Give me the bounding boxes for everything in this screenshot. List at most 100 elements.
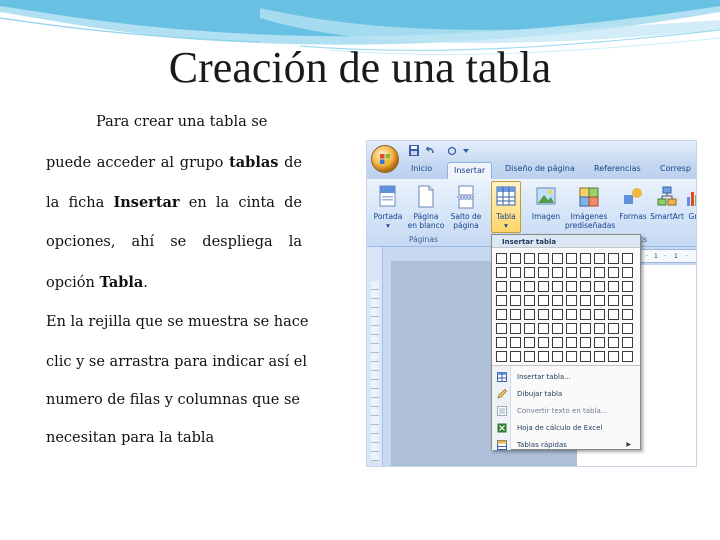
tab-diseno-pagina[interactable]: Diseño de página xyxy=(505,164,575,173)
grid-cell[interactable] xyxy=(524,351,535,362)
grid-cell[interactable] xyxy=(496,267,507,278)
grid-cell[interactable] xyxy=(608,295,619,306)
grid-cell[interactable] xyxy=(566,337,577,348)
grid-cell[interactable] xyxy=(510,337,521,348)
grid-cell[interactable] xyxy=(496,281,507,292)
grid-cell[interactable] xyxy=(538,323,549,334)
grid-cell[interactable] xyxy=(552,309,563,320)
grid-cell[interactable] xyxy=(608,309,619,320)
grid-cell[interactable] xyxy=(538,267,549,278)
grid-cell[interactable] xyxy=(524,309,535,320)
grid-cell[interactable] xyxy=(580,309,591,320)
menu-item-dibujar-tabla[interactable]: Dibujar tabla xyxy=(495,386,637,402)
grid-cell[interactable] xyxy=(580,337,591,348)
grid-cell[interactable] xyxy=(608,323,619,334)
grid-cell[interactable] xyxy=(594,253,605,264)
grid-cell[interactable] xyxy=(496,351,507,362)
grid-cell[interactable] xyxy=(580,323,591,334)
tab-correspondencia[interactable]: Corresp xyxy=(660,164,691,173)
pagina-en-blanco-button[interactable]: Página en blanco xyxy=(407,185,445,230)
grid-cell[interactable] xyxy=(538,253,549,264)
grid-cell[interactable] xyxy=(622,309,633,320)
grid-cell[interactable] xyxy=(594,295,605,306)
grid-cell[interactable] xyxy=(580,267,591,278)
grid-cell[interactable] xyxy=(524,337,535,348)
menu-item-tablas-rapidas[interactable]: Tablas rápidas ▶ xyxy=(495,437,637,453)
grid-cell[interactable] xyxy=(524,295,535,306)
menu-item-insertar-tabla[interactable]: Insertar tabla... xyxy=(495,369,637,385)
grid-cell[interactable] xyxy=(538,295,549,306)
tabla-button[interactable]: Tabla ▾ xyxy=(487,185,525,230)
grid-cell[interactable] xyxy=(622,351,633,362)
grid-cell[interactable] xyxy=(510,309,521,320)
grid-cell[interactable] xyxy=(566,253,577,264)
grid-cell[interactable] xyxy=(510,281,521,292)
grid-cell[interactable] xyxy=(496,323,507,334)
grid-cell[interactable] xyxy=(580,281,591,292)
smartart-button[interactable]: SmartArt xyxy=(650,185,684,221)
grid-cell[interactable] xyxy=(622,337,633,348)
grid-cell[interactable] xyxy=(510,323,521,334)
grid-cell[interactable] xyxy=(566,323,577,334)
grid-cell[interactable] xyxy=(552,267,563,278)
portada-button[interactable]: Portada ▾ xyxy=(369,185,407,230)
grid-cell[interactable] xyxy=(538,337,549,348)
grid-cell[interactable] xyxy=(538,351,549,362)
grid-cell[interactable] xyxy=(538,309,549,320)
menu-item-hoja-excel[interactable]: Hoja de cálculo de Excel xyxy=(495,420,637,436)
grid-cell[interactable] xyxy=(510,267,521,278)
grid-cell[interactable] xyxy=(594,323,605,334)
customize-toolbar-icon[interactable] xyxy=(461,145,471,156)
grid-cell[interactable] xyxy=(566,295,577,306)
grid-cell[interactable] xyxy=(622,267,633,278)
grid-cell[interactable] xyxy=(552,351,563,362)
grid-cell[interactable] xyxy=(608,253,619,264)
formas-button[interactable]: Formas xyxy=(617,185,649,221)
grid-cell[interactable] xyxy=(566,351,577,362)
grid-cell[interactable] xyxy=(496,309,507,320)
grid-cell[interactable] xyxy=(552,337,563,348)
grid-cell[interactable] xyxy=(566,309,577,320)
grid-cell[interactable] xyxy=(552,281,563,292)
grid-cell[interactable] xyxy=(552,295,563,306)
grid-cell[interactable] xyxy=(608,337,619,348)
grid-cell[interactable] xyxy=(524,267,535,278)
tab-inicio[interactable]: Inicio xyxy=(411,164,432,173)
grid-cell[interactable] xyxy=(622,323,633,334)
redo-icon[interactable] xyxy=(447,145,457,156)
grid-cell[interactable] xyxy=(608,351,619,362)
tab-insertar[interactable]: Insertar xyxy=(447,162,493,179)
grid-cell[interactable] xyxy=(496,253,507,264)
save-icon[interactable] xyxy=(409,145,419,156)
grid-cell[interactable] xyxy=(524,323,535,334)
grid-cell[interactable] xyxy=(510,351,521,362)
grid-cell[interactable] xyxy=(538,281,549,292)
grid-cell[interactable] xyxy=(594,281,605,292)
imagenes-prediseñadas-button[interactable]: Imágenes prediseñadas xyxy=(565,185,615,230)
grid-cell[interactable] xyxy=(580,351,591,362)
grid-cell[interactable] xyxy=(608,267,619,278)
grid-cell[interactable] xyxy=(524,253,535,264)
grid-cell[interactable] xyxy=(594,267,605,278)
grid-cell[interactable] xyxy=(496,295,507,306)
grid-cell[interactable] xyxy=(594,309,605,320)
tab-referencias[interactable]: Referencias xyxy=(594,164,641,173)
grid-cell[interactable] xyxy=(524,281,535,292)
grid-cell[interactable] xyxy=(566,281,577,292)
undo-icon[interactable] xyxy=(425,145,435,156)
grid-cell[interactable] xyxy=(594,351,605,362)
grid-cell[interactable] xyxy=(566,267,577,278)
grid-cell[interactable] xyxy=(580,253,591,264)
grid-cell[interactable] xyxy=(608,281,619,292)
grid-cell[interactable] xyxy=(594,337,605,348)
grid-cell[interactable] xyxy=(510,253,521,264)
grid-cell[interactable] xyxy=(552,253,563,264)
imagen-button[interactable]: Imagen xyxy=(527,185,565,221)
salto-de-pagina-button[interactable]: Salto de página xyxy=(447,185,485,230)
grid-cell[interactable] xyxy=(510,295,521,306)
grid-cell[interactable] xyxy=(552,323,563,334)
grid-cell[interactable] xyxy=(622,253,633,264)
office-button[interactable] xyxy=(371,145,399,173)
grafico-button[interactable]: Gr xyxy=(685,185,696,221)
grid-cell[interactable] xyxy=(580,295,591,306)
